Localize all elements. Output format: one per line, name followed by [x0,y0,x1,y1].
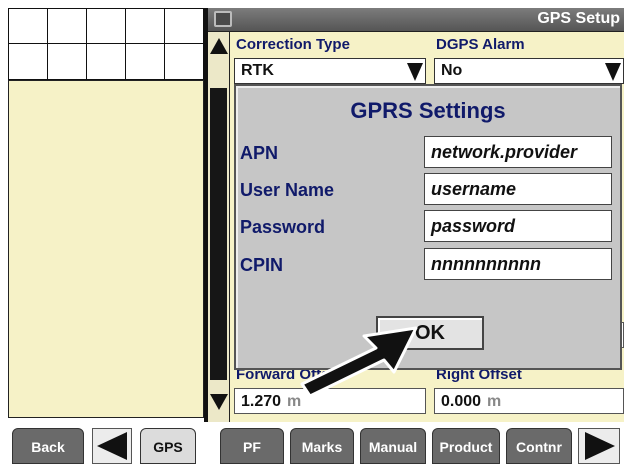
tab-marks[interactable]: Marks [290,428,354,464]
dgps-alarm-value: No [441,62,463,79]
tab-contnr[interactable]: Contnr [506,428,572,464]
scroll-up-icon[interactable] [210,38,228,54]
username-label: User Name [240,180,335,200]
back-button[interactable]: Back [12,428,84,464]
correction-type-value: RTK [241,62,274,79]
chevron-down-icon[interactable] [605,61,621,81]
scroll-down-icon[interactable] [210,394,228,410]
grid-cell [86,43,126,80]
grid-cell [125,43,165,80]
tab-pf[interactable]: PF [220,428,284,464]
apn-label: APN [240,143,279,163]
pointer-arrow-icon [300,326,418,398]
apn-input[interactable]: network.provider [424,136,612,168]
grid-cell [47,43,87,80]
tab-manual[interactable]: Manual [360,428,426,464]
arrow-left-icon [97,432,127,460]
arrow-right-icon [585,432,615,460]
cpin-label: CPIN [240,255,284,275]
left-grid [8,8,204,80]
tab-gps[interactable]: GPS [140,428,196,464]
username-input[interactable]: username [424,173,612,205]
forward-offset-value: 1.270 [241,393,282,410]
right-offset-unit: m [487,393,502,410]
password-label: Password [240,217,326,237]
grid-cell [47,8,87,44]
chevron-down-icon[interactable] [407,61,423,81]
screen-icon[interactable] [214,11,232,27]
dgps-alarm-dropdown[interactable]: No [434,58,624,84]
window-title: GPS Setup [537,10,620,27]
nav-left-button[interactable] [92,428,132,464]
grid-cell [164,8,204,44]
grid-cell [125,8,165,44]
scroll-thumb[interactable] [210,88,227,380]
grid-cell [8,43,48,80]
right-offset-field[interactable]: 0.000 m [434,388,624,414]
dialog-title: GPRS Settings [350,98,506,123]
correction-type-label: Correction Type [236,36,350,53]
correction-type-dropdown[interactable]: RTK [234,58,426,84]
left-panel [8,80,204,418]
cpin-input[interactable]: nnnnnnnnnn [424,248,612,280]
nav-right-button[interactable] [578,428,620,464]
grid-cell [8,8,48,44]
dgps-alarm-label: DGPS Alarm [436,36,525,53]
right-offset-value: 0.000 [441,393,482,410]
password-input[interactable]: password [424,210,612,242]
grid-cell [164,43,204,80]
tab-product[interactable]: Product [432,428,500,464]
grid-cell [86,8,126,44]
